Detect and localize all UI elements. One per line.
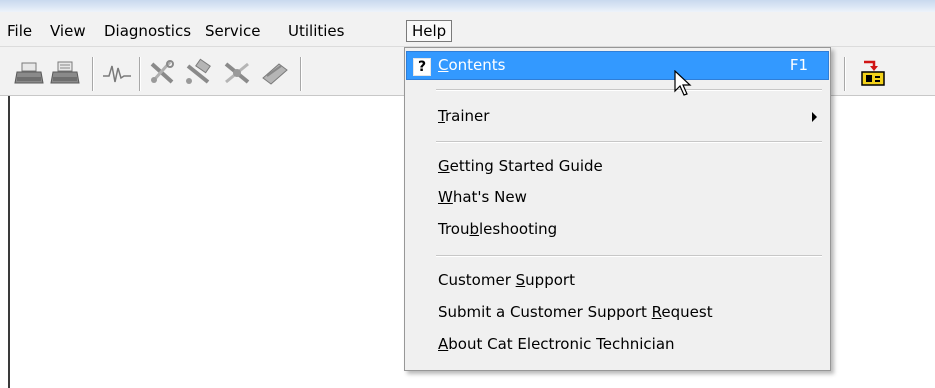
menu-item-label: Customer Support (438, 271, 575, 289)
diagnostic-test-4-icon[interactable] (259, 58, 291, 88)
menu-utilities[interactable]: Utilities (288, 21, 344, 41)
menu-item-troubleshooting[interactable]: Troubleshooting (407, 215, 828, 243)
toolbar-separator (92, 57, 93, 91)
diagnostic-test-icon[interactable] (146, 58, 178, 88)
menu-item-label: About Cat Electronic Technician (438, 335, 675, 353)
menu-help[interactable]: Help (406, 20, 453, 42)
menu-item-customer-support[interactable]: Customer Support (407, 266, 828, 294)
shortcut-label: F1 (789, 56, 808, 74)
menu-bar: File View Diagnostics Service Utilities … (0, 12, 935, 47)
menu-item-whats-new[interactable]: What's New (407, 183, 828, 211)
menu-item-label: Trainer (438, 107, 490, 125)
menu-item-label: Getting Started Guide (438, 157, 603, 175)
menu-item-label: Submit a Customer Support Request (438, 303, 713, 321)
menu-item-label: What's New (438, 188, 527, 206)
window-title-strip (0, 0, 935, 12)
menu-item-about[interactable]: About Cat Electronic Technician (407, 330, 828, 358)
submenu-arrow-icon (812, 112, 817, 122)
print-icon[interactable] (14, 58, 46, 88)
menu-item-trainer[interactable]: Trainer (407, 102, 828, 130)
question-icon: ? (413, 58, 431, 76)
ecm-module-icon[interactable] (858, 58, 890, 88)
menu-separator (436, 255, 822, 257)
diagnostic-test-3-icon[interactable] (221, 58, 253, 88)
workspace-border (8, 96, 10, 388)
menu-service[interactable]: Service (205, 21, 260, 41)
menu-file[interactable]: File (7, 21, 32, 41)
diagnostic-test-2-icon[interactable] (183, 58, 215, 88)
toolbar-separator (844, 57, 845, 91)
mouse-pointer-icon (674, 70, 692, 96)
menu-view[interactable]: View (50, 21, 86, 41)
help-menu-dropdown: ? Contents F1 Trainer Getting Started Gu… (404, 47, 831, 371)
menu-item-contents[interactable]: ? Contents F1 (406, 51, 829, 80)
menu-item-submit-request[interactable]: Submit a Customer Support Request (407, 298, 828, 326)
toolbar-separator (300, 57, 301, 91)
menu-separator (436, 141, 822, 143)
menu-item-getting-started[interactable]: Getting Started Guide (407, 152, 828, 180)
toolbar-separator (139, 57, 140, 91)
menu-item-label: Contents (438, 56, 506, 74)
menu-diagnostics[interactable]: Diagnostics (104, 21, 191, 41)
print-preview-icon[interactable] (50, 58, 82, 88)
waveform-icon[interactable] (101, 58, 133, 88)
menu-separator (436, 89, 822, 91)
menu-item-label: Troubleshooting (438, 220, 558, 238)
